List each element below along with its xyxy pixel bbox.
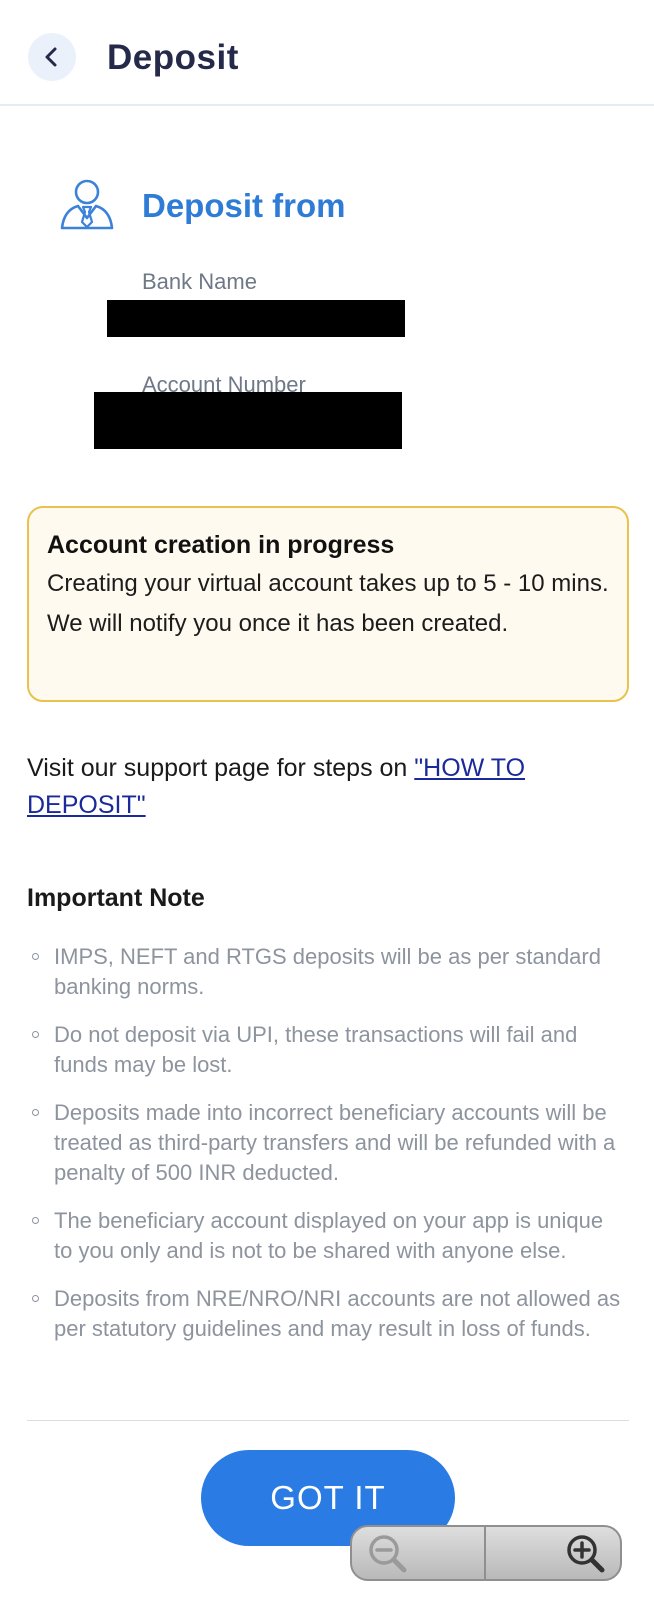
bank-name-redacted bbox=[107, 300, 405, 337]
list-item: IMPS, NEFT and RTGS deposits will be as … bbox=[27, 942, 627, 1002]
user-badge-icon bbox=[60, 179, 114, 230]
notice-title: Account creation in progress bbox=[47, 531, 395, 559]
circle-bullet-icon bbox=[32, 1217, 39, 1224]
note-text: Deposits from NRE/NRO/NRI accounts are n… bbox=[54, 1286, 621, 1341]
list-item: The beneficiary account displayed on you… bbox=[27, 1206, 627, 1266]
zoom-out-icon bbox=[369, 1535, 407, 1573]
account-creation-notice: Account creation in progress Creating yo… bbox=[27, 506, 629, 702]
back-button[interactable] bbox=[28, 33, 76, 81]
list-item: Deposits made into incorrect beneficiary… bbox=[27, 1098, 627, 1188]
circle-bullet-icon bbox=[32, 1109, 39, 1116]
account-number-redacted bbox=[94, 392, 402, 449]
page-title: Deposit bbox=[107, 38, 239, 77]
note-text: IMPS, NEFT and RTGS deposits will be as … bbox=[54, 944, 601, 999]
circle-bullet-icon bbox=[32, 953, 39, 960]
important-note-list: IMPS, NEFT and RTGS deposits will be as … bbox=[27, 942, 627, 1362]
support-paragraph: Visit our support page for steps on "HOW… bbox=[27, 750, 627, 824]
support-text: Visit our support page for steps on bbox=[27, 754, 415, 782]
note-text: The beneficiary account displayed on you… bbox=[54, 1208, 604, 1263]
list-item: Do not deposit via UPI, these transactio… bbox=[27, 1020, 627, 1080]
zoom-in-button[interactable] bbox=[486, 1527, 620, 1579]
note-text: Deposits made into incorrect beneficiary… bbox=[54, 1100, 616, 1185]
deposit-from-heading: Deposit from bbox=[142, 187, 346, 224]
deposit-screen: Deposit Deposit from Bank Name Account N… bbox=[0, 0, 654, 1600]
important-note-heading: Important Note bbox=[27, 884, 205, 912]
zoom-out-button[interactable] bbox=[352, 1527, 486, 1579]
divider bbox=[27, 1420, 629, 1421]
bank-name-label: Bank Name bbox=[142, 269, 257, 294]
zoom-in-icon bbox=[567, 1535, 605, 1573]
zoom-control bbox=[350, 1525, 622, 1581]
app-header: Deposit bbox=[0, 0, 654, 106]
circle-bullet-icon bbox=[32, 1031, 39, 1038]
list-item: Deposits from NRE/NRO/NRI accounts are n… bbox=[27, 1284, 627, 1344]
circle-bullet-icon bbox=[32, 1295, 39, 1302]
chevron-left-icon bbox=[45, 47, 57, 67]
note-text: Do not deposit via UPI, these transactio… bbox=[54, 1022, 578, 1077]
notice-body: Creating your virtual account takes up t… bbox=[47, 570, 609, 637]
